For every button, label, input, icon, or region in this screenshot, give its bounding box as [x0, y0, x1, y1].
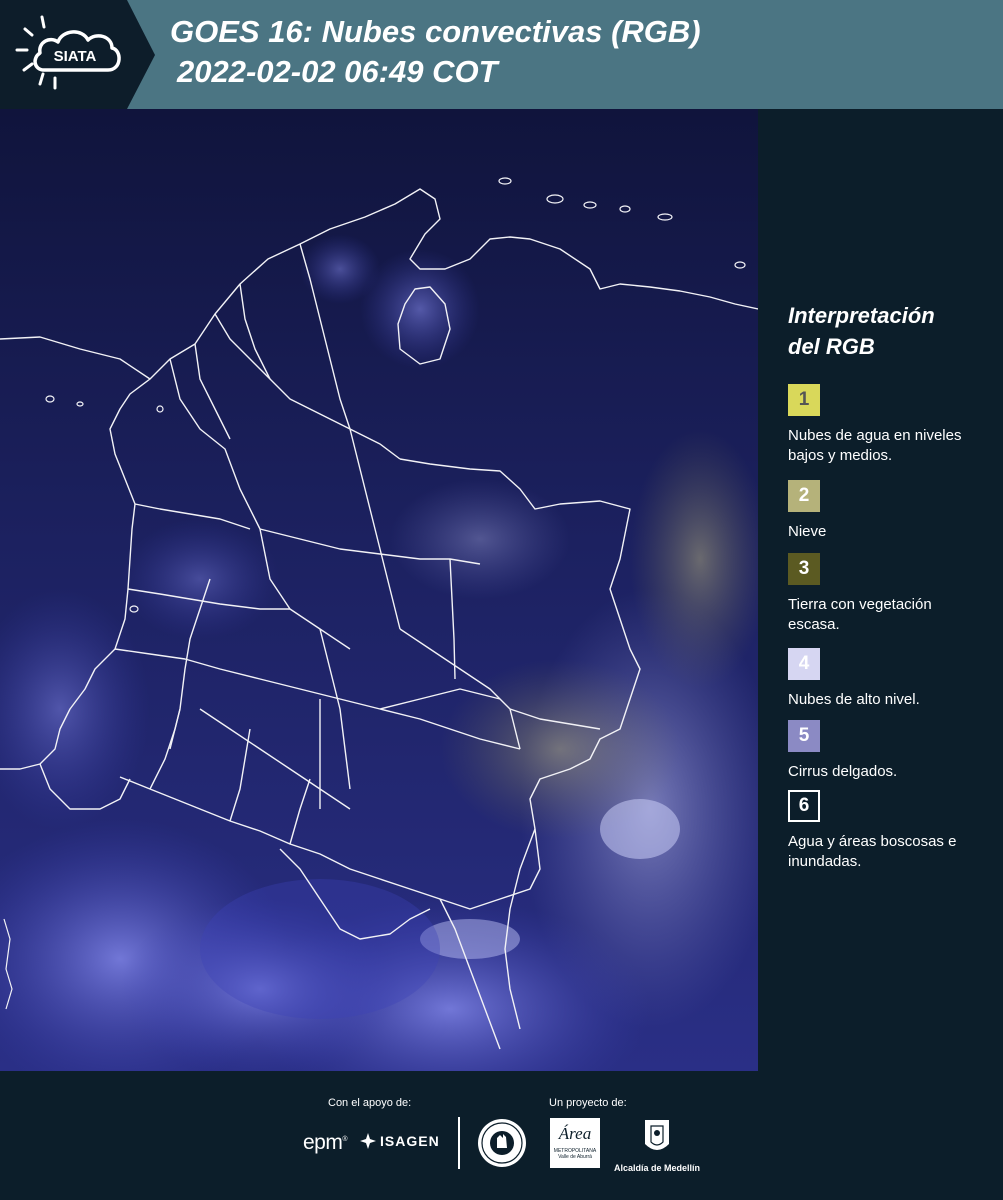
isagen-logo: ISAGEN — [360, 1133, 440, 1149]
legend-label-2: Nieve — [788, 523, 827, 540]
satellite-image — [0, 109, 758, 1071]
page-title: GOES 16: Nubes convectivas (RGB) — [170, 14, 701, 49]
legend-title-line1: Interpretación — [788, 303, 935, 328]
legend-label-4: Nubes de alto nivel. — [788, 691, 920, 708]
area-logo-title: Área — [558, 1124, 592, 1143]
legend-title: Interpretación del RGB — [788, 300, 988, 362]
footer: Con el apoyo de: Un proyecto de: epm® IS… — [0, 1071, 1003, 1200]
legend-label-1: Nubes de agua en niveles bajos y medios. — [788, 427, 962, 464]
alcaldia-shield-icon — [645, 1120, 669, 1150]
legend-item-6: 6 Agua y áreas boscosas e inundadas. — [788, 790, 978, 872]
legend-swatch-3: 3 — [788, 553, 820, 585]
area-metropolitana-logo: Área METROPOLITANA Valle de Aburrá — [550, 1118, 600, 1168]
area-logo-sub2: Valle de Aburrá — [558, 1154, 592, 1160]
legend-label-5: Cirrus delgados. — [788, 763, 898, 780]
legend-label-3: Tierra con vegetación escasa. — [788, 596, 932, 633]
legend-swatch-4: 4 — [788, 648, 820, 680]
isagen-logo-text: ISAGEN — [380, 1133, 440, 1149]
alcaldia-logo: Alcaldía de Medellín — [612, 1118, 702, 1173]
legend-item-4: 4 Nubes de alto nivel. — [788, 648, 978, 710]
alcaldia-logo-text: Alcaldía de Medellín — [613, 1163, 701, 1173]
rgb-legend: Interpretación del RGB 1 Nubes de agua e… — [788, 300, 988, 870]
legend-title-line2: del RGB — [788, 334, 875, 359]
legend-item-2: 2 Nieve — [788, 480, 978, 542]
legend-swatch-2: 2 — [788, 480, 820, 512]
project-label: Un proyecto de: — [549, 1097, 627, 1109]
epm-logo-text: epm — [303, 1131, 343, 1154]
footer-divider — [458, 1117, 460, 1169]
support-label: Con el apoyo de: — [328, 1097, 412, 1109]
medellin-seal-logo — [477, 1118, 527, 1173]
page-timestamp: 2022-02-02 06:49 COT — [177, 54, 498, 89]
legend-item-3: 3 Tierra con vegetación escasa. — [788, 553, 978, 635]
legend-swatch-5: 5 — [788, 720, 820, 752]
header-bar: SIATA GOES 16: Nubes convectivas (RGB) 2… — [0, 0, 1003, 109]
epm-logo: epm® — [303, 1131, 348, 1154]
siata-logo-text: SIATA — [54, 48, 97, 65]
legend-item-1: 1 Nubes de agua en niveles bajos y medio… — [788, 384, 978, 466]
legend-swatch-1: 1 — [788, 384, 820, 416]
legend-swatch-6: 6 — [788, 790, 820, 822]
isagen-icon — [360, 1133, 376, 1149]
siata-logo: SIATA — [0, 0, 155, 109]
legend-item-5: 5 Cirrus delgados. — [788, 720, 978, 782]
legend-label-6: Agua y áreas boscosas e inundadas. — [788, 833, 957, 870]
